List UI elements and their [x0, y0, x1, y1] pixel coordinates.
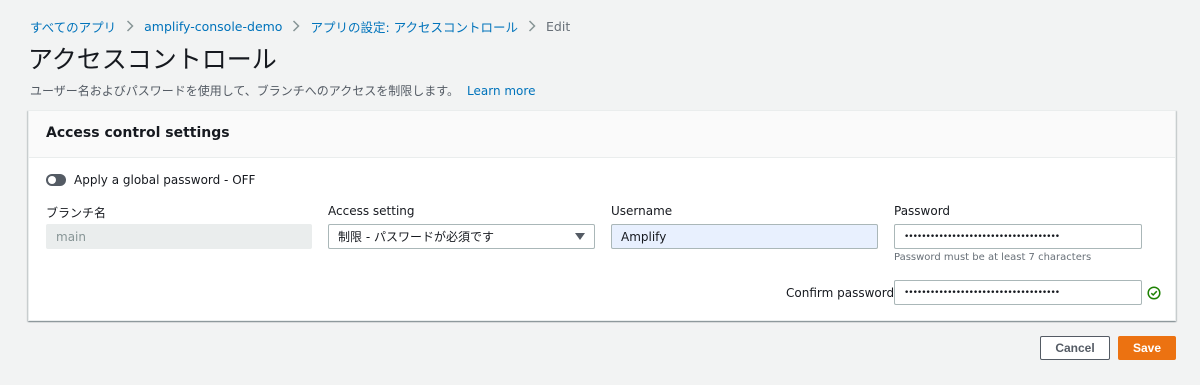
- cancel-button[interactable]: Cancel: [1040, 336, 1110, 360]
- password-input[interactable]: ••••••••••••••••••••••••••••••••••••: [894, 224, 1142, 249]
- chevron-right-icon: [528, 20, 536, 32]
- access-setting-value: 制限 - パスワードが必須です: [338, 230, 494, 244]
- page-description-text: ユーザー名およびパスワードを使用して、ブランチへのアクセスを制限します。: [30, 84, 460, 98]
- breadcrumb: すべてのアプリ amplify-console-demo アプリの設定: アクセ…: [30, 17, 570, 35]
- chevron-right-icon: [126, 20, 134, 32]
- access-control-panel: Access control settings Apply a global p…: [28, 110, 1176, 321]
- global-password-toggle-row: Apply a global password - OFF: [46, 173, 255, 187]
- confirm-password-input[interactable]: ••••••••••••••••••••••••••••••••••••: [894, 280, 1142, 305]
- chevron-right-icon: [292, 20, 301, 32]
- caret-down-icon: [575, 233, 585, 240]
- username-label: Username: [611, 204, 673, 218]
- breadcrumb-link-app[interactable]: amplify-console-demo: [144, 19, 282, 34]
- branch-label: ブランチ名: [46, 206, 107, 220]
- panel-title: Access control settings: [46, 125, 230, 141]
- password-label: Password: [894, 204, 951, 218]
- toggle-knob: [48, 176, 56, 184]
- panel-header: Access control settings: [29, 111, 1175, 158]
- breadcrumb-link-all-apps[interactable]: すべてのアプリ: [30, 17, 116, 36]
- save-button[interactable]: Save: [1118, 336, 1176, 360]
- learn-more-link[interactable]: Learn more: [467, 84, 535, 98]
- confirm-password-label: Confirm password: [786, 286, 895, 300]
- breadcrumb-link-app-settings[interactable]: アプリの設定: アクセスコントロール: [310, 17, 518, 36]
- check-circle-icon: [1147, 286, 1161, 300]
- access-setting-label: Access setting: [328, 204, 415, 218]
- page-description: ユーザー名およびパスワードを使用して、ブランチへのアクセスを制限します。 Lear…: [30, 82, 535, 99]
- username-input[interactable]: Amplify: [611, 224, 878, 249]
- password-hint: Password must be at least 7 characters: [894, 252, 1092, 263]
- page-title: アクセスコントロール: [28, 45, 277, 74]
- branch-input: main: [46, 224, 312, 249]
- global-password-toggle[interactable]: [46, 174, 66, 186]
- breadcrumb-current: Edit: [546, 18, 571, 34]
- global-password-label: Apply a global password - OFF: [74, 173, 256, 187]
- access-setting-select[interactable]: 制限 - パスワードが必須です: [328, 224, 595, 249]
